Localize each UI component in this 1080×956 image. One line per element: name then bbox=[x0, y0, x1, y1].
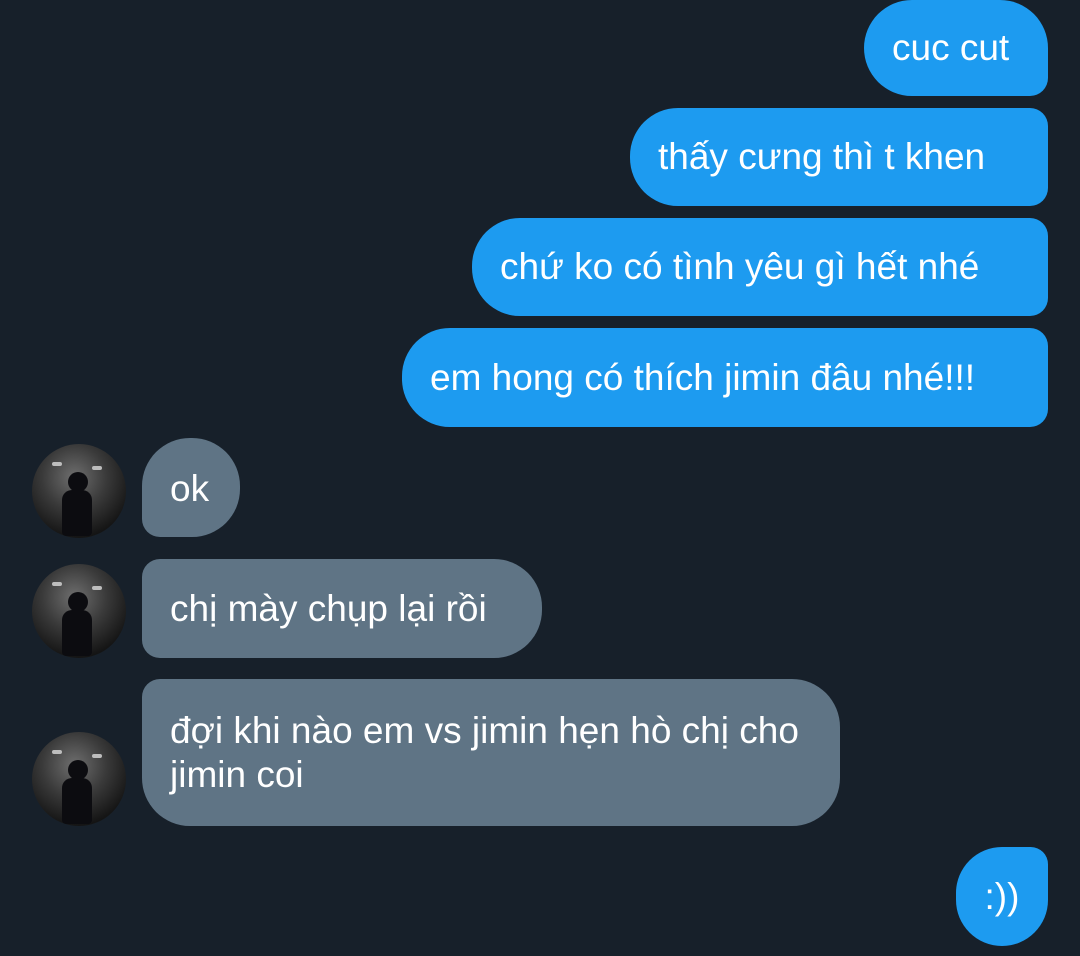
avatar-person-head bbox=[68, 760, 88, 780]
message-text: thấy cưng thì t khen bbox=[658, 136, 986, 177]
message-bubble-received[interactable]: ok bbox=[142, 438, 240, 537]
message-bubble-received[interactable]: chị mày chụp lại rồi bbox=[142, 559, 542, 658]
message-bubble-sent[interactable]: cuc cut bbox=[864, 0, 1048, 96]
avatar-person-head bbox=[68, 592, 88, 612]
message-text: cuc cut bbox=[892, 27, 1010, 68]
message-bubble-received[interactable]: đợi khi nào em vs jimin hẹn hò chị cho j… bbox=[142, 679, 840, 826]
contact-avatar[interactable] bbox=[32, 444, 126, 538]
avatar-detail bbox=[52, 582, 62, 586]
contact-avatar[interactable] bbox=[32, 564, 126, 658]
message-text: em hong có thích jimin đâu nhé!!! bbox=[430, 357, 976, 398]
message-bubble-sent[interactable]: :)) bbox=[956, 847, 1048, 946]
message-bubble-sent[interactable]: em hong có thích jimin đâu nhé!!! bbox=[402, 328, 1048, 427]
avatar-person-body bbox=[62, 490, 92, 536]
avatar-detail bbox=[52, 750, 62, 754]
contact-avatar[interactable] bbox=[32, 732, 126, 826]
message-text: chứ ko có tình yêu gì hết nhé bbox=[500, 246, 980, 287]
message-bubble-sent[interactable]: chứ ko có tình yêu gì hết nhé bbox=[472, 218, 1048, 316]
avatar-detail bbox=[92, 754, 102, 758]
message-text: chị mày chụp lại rồi bbox=[170, 588, 487, 629]
avatar-person-body bbox=[62, 778, 92, 824]
avatar-person-head bbox=[68, 472, 88, 492]
avatar-person-body bbox=[62, 610, 92, 656]
message-text: đợi khi nào em vs jimin hẹn hò chị cho j… bbox=[170, 710, 799, 795]
message-text: ok bbox=[170, 468, 210, 509]
avatar-detail bbox=[92, 466, 102, 470]
avatar-detail bbox=[52, 462, 62, 466]
message-text: :)) bbox=[984, 876, 1020, 917]
message-bubble-sent[interactable]: thấy cưng thì t khen bbox=[630, 108, 1048, 206]
avatar-detail bbox=[92, 586, 102, 590]
